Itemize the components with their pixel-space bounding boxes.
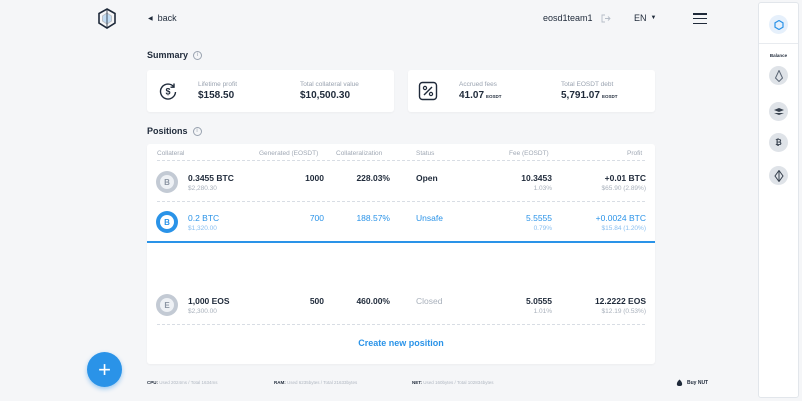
positions-title: Positions i [147, 126, 202, 136]
table-row[interactable]: B 0.3455 BTC $2,280.30 1000 228.03% Open… [147, 162, 655, 202]
unsafe-indicator [147, 241, 655, 243]
add-position-button[interactable]: + [87, 352, 122, 387]
profit-value: 12.2222 EOS [594, 296, 646, 306]
fee-percent: 0.79% [533, 225, 552, 232]
caret-left-icon: ◀ [148, 15, 153, 22]
info-icon[interactable]: i [192, 126, 202, 136]
fee-percent: 1.03% [533, 185, 552, 192]
nut-token-icon [676, 379, 683, 387]
profit-value: +0.01 BTC [604, 173, 646, 183]
info-icon[interactable]: i [193, 50, 203, 60]
cpu-usage: CPU: Used 2024ms / Total 1634ms [147, 380, 218, 385]
accrued-fees-value: 41.07 EOSDT [459, 90, 502, 101]
balance-label: Balance [769, 53, 788, 58]
language-label: EN [634, 13, 647, 23]
summary-card-fees: Accrued fees 41.07 EOSDT Total EOSDT debt… [408, 70, 655, 112]
logout-icon[interactable] [601, 14, 611, 23]
profit-sub: $12.19 (0.53%) [601, 308, 646, 315]
col-header-profit: Profit [627, 150, 643, 157]
eosdt-debt-unit: EOSDT [601, 94, 618, 99]
percent-tag-icon [418, 81, 438, 101]
status-value: Open [416, 173, 438, 183]
collateral-usd: $2,280.30 [188, 185, 217, 192]
accrued-fees-unit: EOSDT [486, 94, 502, 99]
create-position-link[interactable]: Create new position [147, 338, 655, 348]
fee-value: 5.0555 [526, 296, 552, 306]
eosdt-debt-label: Total EOSDT debt [561, 81, 614, 88]
language-selector[interactable]: EN ▼ [634, 13, 656, 23]
back-link[interactable]: ◀ back [148, 13, 177, 23]
summary-title-text: Summary [147, 50, 189, 60]
profit-sub: $15.84 (1.20%) [601, 225, 646, 232]
eosdt-debt-value: 5,791.07 EOSDT [561, 90, 618, 101]
col-header-collateralization: Collateralization [336, 150, 383, 157]
summary-card-profit: $ Lifetime profit $158.50 Total collater… [147, 70, 394, 112]
col-header-status: Status [416, 150, 435, 157]
collateral-usd: $2,300.00 [188, 308, 217, 315]
lifetime-profit-value: $158.50 [198, 90, 235, 101]
buy-nut-label: Buy NUT [687, 380, 709, 386]
collateral-amount: 1,000 EOS [188, 296, 230, 306]
app-logo[interactable] [96, 8, 118, 30]
eos-token-icon[interactable] [769, 66, 788, 85]
fee-percent: 1.01% [533, 308, 552, 315]
buy-nut-button[interactable]: Buy NUT [676, 379, 708, 387]
dollar-refresh-icon: $ [159, 83, 177, 100]
table-row[interactable]: E 1,000 EOS $2,300.00 500 460.00% Closed… [147, 285, 655, 325]
collateral-amount: 0.2 BTC [188, 213, 220, 223]
profit-value: +0.0024 BTC [595, 213, 646, 223]
wallet-logo-icon[interactable] [769, 15, 788, 34]
col-header-collateral: Collateral [157, 150, 185, 157]
table-row[interactable]: B 0.2 BTC $1,320.00 700 188.57% Unsafe 5… [147, 202, 655, 243]
collateralization-value: 228.03% [356, 173, 390, 183]
btc-coin-icon: B [156, 211, 178, 233]
ram-usage: RAM: Used 6235bytes / Total 21633bytes [274, 380, 358, 385]
col-header-generated: Generated (EOSDT) [259, 150, 319, 157]
collateralization-value: 460.00% [356, 296, 390, 306]
generated-value: 700 [309, 213, 324, 223]
positions-table: Collateral Generated (EOSDT) Collaterali… [147, 144, 655, 364]
eos-coin-icon: E [156, 294, 178, 316]
status-value: Unsafe [416, 213, 443, 223]
net-usage: NET: Used 160bytes / Total 102834bytes [412, 380, 494, 385]
account-area: eosd1team1 [543, 13, 611, 23]
fee-value: 5.5555 [526, 213, 552, 223]
profit-sub: $65.90 (2.89%) [601, 185, 646, 192]
summary-title: Summary i [147, 50, 203, 60]
menu-icon[interactable] [693, 13, 707, 24]
collateral-value-value: $10,500.30 [300, 90, 351, 101]
eosdt-token-icon[interactable] [769, 102, 788, 121]
collateralization-value: 188.57% [356, 213, 390, 223]
col-header-fee: Fee (EOSDT) [509, 150, 549, 157]
back-label: back [157, 13, 177, 23]
nut-token-icon[interactable] [769, 166, 788, 185]
generated-value: 500 [309, 296, 324, 306]
accrued-fees-label: Accrued fees [459, 81, 497, 88]
collateral-value-label: Total collateral value [300, 81, 359, 88]
status-value: Closed [416, 296, 443, 306]
caret-down-icon: ▼ [650, 15, 657, 21]
positions-title-text: Positions [147, 126, 188, 136]
lifetime-profit-label: Lifetime profit [198, 81, 238, 88]
generated-value: 1000 [305, 173, 324, 183]
btc-token-icon[interactable]: ₿ [769, 133, 788, 152]
fee-value: 10.3453 [521, 173, 552, 183]
collateral-usd: $1,320.00 [188, 225, 217, 232]
balance-panel: Balance ₿ [758, 2, 799, 398]
account-name: eosd1team1 [543, 13, 593, 23]
svg-text:$: $ [165, 87, 170, 97]
btc-coin-icon: B [156, 171, 178, 193]
collateral-amount: 0.3455 BTC [188, 173, 234, 183]
